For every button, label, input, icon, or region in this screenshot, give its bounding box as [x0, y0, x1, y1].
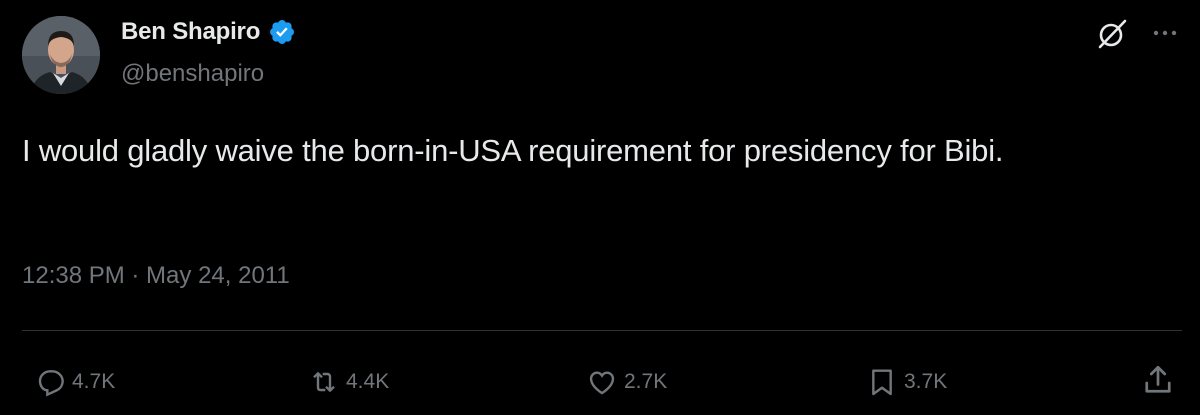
reply-button[interactable]: 4.7K — [34, 362, 115, 402]
tweet-card: Ben Shapiro @benshapiro I would gladly w… — [0, 0, 1200, 415]
repost-count: 4.4K — [346, 370, 390, 393]
like-count: 2.7K — [624, 370, 668, 393]
verified-badge-icon[interactable] — [268, 18, 296, 46]
reply-icon — [38, 370, 64, 397]
more-icon[interactable] — [1148, 20, 1182, 46]
grok-icon[interactable] — [1095, 17, 1129, 51]
author-handle[interactable]: @benshapiro — [121, 60, 264, 88]
heart-icon — [589, 371, 615, 395]
author-name[interactable]: Ben Shapiro — [121, 18, 260, 46]
repost-button[interactable]: 4.4K — [308, 362, 389, 402]
repost-icon — [313, 372, 335, 392]
author-row: Ben Shapiro — [121, 16, 296, 48]
share-button[interactable] — [1140, 362, 1176, 400]
bookmark-count: 3.7K — [904, 370, 948, 393]
divider — [22, 330, 1182, 331]
tweet-timestamp[interactable]: 12:38 PM · May 24, 2011 — [22, 262, 290, 290]
share-icon — [1145, 365, 1171, 393]
like-button[interactable]: 2.7K — [586, 362, 667, 402]
avatar-image — [22, 16, 100, 94]
tweet-text: I would gladly waive the born-in-USA req… — [22, 133, 1004, 168]
bookmark-button[interactable]: 3.7K — [866, 362, 947, 402]
reply-count: 4.7K — [72, 370, 116, 393]
bookmark-icon — [872, 369, 892, 396]
avatar[interactable] — [22, 16, 100, 94]
